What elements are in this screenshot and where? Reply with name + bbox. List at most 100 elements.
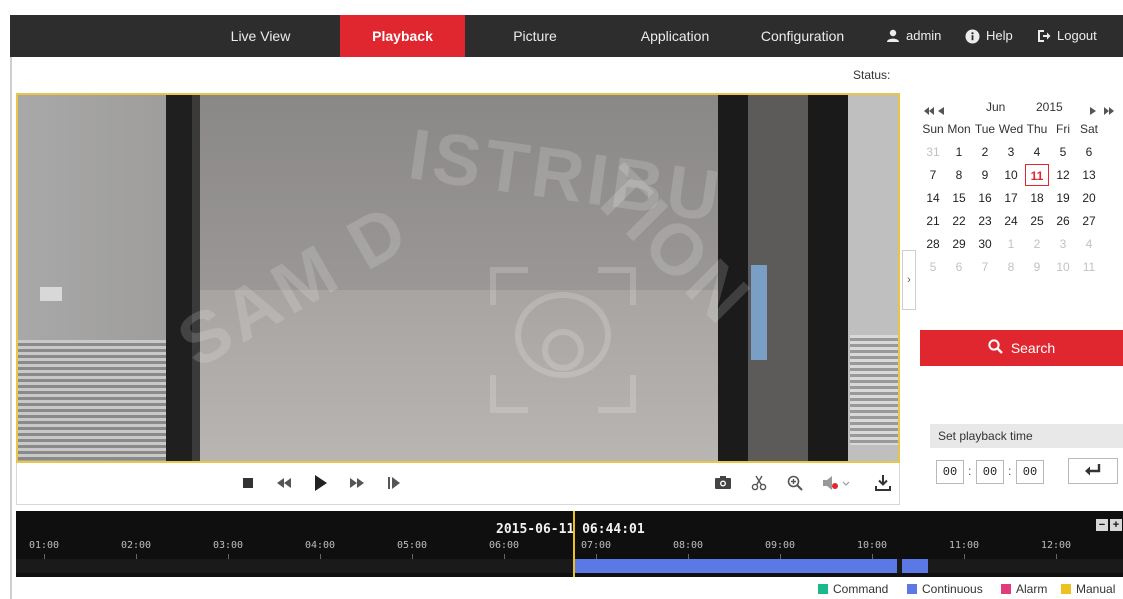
calendar-day[interactable]: 11 [1077,256,1101,278]
search-button[interactable]: Search [920,330,1123,366]
video-door-frame-right [718,95,748,461]
calendar-day[interactable]: 6 [1077,141,1101,163]
calendar-day-selected[interactable]: 11 [1025,164,1049,186]
calendar-day[interactable]: 2 [1025,233,1049,255]
play-icon [315,474,327,494]
calendar-day[interactable]: 2 [973,141,997,163]
calendar-day[interactable]: 4 [1077,233,1101,255]
expand-panel-handle[interactable]: › [902,250,916,310]
calendar-day[interactable]: 31 [921,141,945,163]
search-icon [988,339,1003,357]
calendar-day[interactable]: 12 [1051,164,1075,186]
slow-forward-button[interactable] [273,473,295,495]
legend-label: Manual [1076,582,1116,596]
calendar-day[interactable]: 23 [973,210,997,232]
stop-button[interactable] [237,473,259,495]
apply-playback-time-button[interactable] [1068,458,1118,484]
search-label: Search [1010,340,1056,356]
calendar-day[interactable]: 20 [1077,187,1101,209]
timeline-hour-label: 06:00 [488,540,520,551]
username-label: admin [906,28,942,43]
calendar-day[interactable]: 8 [947,164,971,186]
calendar-week: 7 8 9 10 11 12 13 [920,164,1123,187]
timeline-zoom-in-button[interactable]: + [1110,519,1122,531]
weekday-label: Fri [1056,122,1070,136]
calendar-day[interactable]: 7 [973,256,997,278]
calendar-day[interactable]: 30 [973,233,997,255]
calendar-day[interactable]: 13 [1077,164,1101,186]
chevron-right-small-icon [1090,104,1096,118]
tab-picture[interactable]: Picture [480,15,590,57]
calendar-day[interactable]: 8 [999,256,1023,278]
video-player[interactable]: SAM D ISTRIBU TION [16,93,900,463]
calendar-day[interactable]: 28 [921,233,945,255]
playback-timeline[interactable]: 2015-06-11 06:44:01 01:00 02:00 03:00 04… [16,511,1123,577]
user-menu[interactable]: admin [886,15,941,57]
calendar-header: Jun 2015 [920,96,1123,118]
slow-forward-icon [277,477,291,491]
calendar-day[interactable]: 7 [921,164,945,186]
capture-button[interactable] [712,473,734,495]
calendar-day[interactable]: 24 [999,210,1023,232]
continuous-swatch [907,584,917,594]
calendar-day[interactable]: 4 [1025,141,1049,163]
timeline-hour-label: 01:00 [28,540,60,551]
legend-continuous: Continuous [907,582,983,596]
video-door-edge-left [192,95,200,461]
video-radiator-right [850,335,898,445]
calendar-day[interactable]: 16 [973,187,997,209]
tab-live-view[interactable]: Live View [198,15,323,57]
calendar-day[interactable]: 10 [999,164,1023,186]
calendar-day[interactable]: 1 [999,233,1023,255]
calendar-day[interactable]: 25 [1025,210,1049,232]
calendar-day[interactable]: 27 [1077,210,1101,232]
calendar-day[interactable]: 9 [973,164,997,186]
second-field[interactable]: 00 [1016,460,1044,484]
calendar-day[interactable]: 9 [1025,256,1049,278]
calendar-day[interactable]: 10 [1051,256,1075,278]
calendar-week: 14 15 16 17 18 19 20 [920,187,1123,210]
weekday-label: Sat [1079,122,1098,136]
calendar-day[interactable]: 14 [921,187,945,209]
logout-label: Logout [1057,28,1097,43]
calendar-day[interactable]: 22 [947,210,971,232]
calendar-day[interactable]: 19 [1051,187,1075,209]
tab-playback[interactable]: Playback [340,15,465,57]
clip-button[interactable] [748,473,770,495]
continuous-recording-segment [902,559,928,573]
minute-field[interactable]: 00 [976,460,1004,484]
tab-application[interactable]: Application [610,15,740,57]
calendar-day[interactable]: 15 [947,187,971,209]
calendar-day[interactable]: 6 [947,256,971,278]
calendar-day[interactable]: 3 [999,141,1023,163]
calendar-day[interactable]: 17 [999,187,1023,209]
calendar-month[interactable]: Jun [986,100,1005,114]
download-button[interactable] [872,473,894,495]
timeline-zoom-out-button[interactable]: − [1096,519,1108,531]
single-frame-button[interactable] [383,473,405,495]
logout-link[interactable]: Logout [1037,15,1097,57]
digital-zoom-button[interactable] [784,473,806,495]
legend-manual: Manual [1061,582,1115,596]
calendar-day[interactable]: 26 [1051,210,1075,232]
calendar-day[interactable]: 5 [1051,141,1075,163]
timeline-hour-label: 07:00 [580,540,612,551]
calendar-year[interactable]: 2015 [1036,100,1063,114]
top-nav-bar: Live View Playback Picture Application C… [10,15,1123,57]
calendar-day[interactable]: 21 [921,210,945,232]
calendar-day[interactable]: 29 [947,233,971,255]
hour-field[interactable]: 00 [936,460,964,484]
fast-forward-button[interactable] [346,473,368,495]
help-link[interactable]: Help [965,15,1013,57]
calendar-day[interactable]: 1 [947,141,971,163]
calendar-day[interactable]: 3 [1051,233,1075,255]
calendar-day[interactable]: 5 [921,256,945,278]
calendar-day[interactable]: 18 [1025,187,1049,209]
tab-configuration[interactable]: Configuration [735,15,870,57]
play-button[interactable] [310,473,332,495]
legend-alarm: Alarm [1001,582,1047,596]
help-label: Help [986,28,1013,43]
timeline-cursor[interactable] [573,511,575,577]
single-frame-icon [388,476,400,492]
volume-button[interactable] [820,473,854,495]
